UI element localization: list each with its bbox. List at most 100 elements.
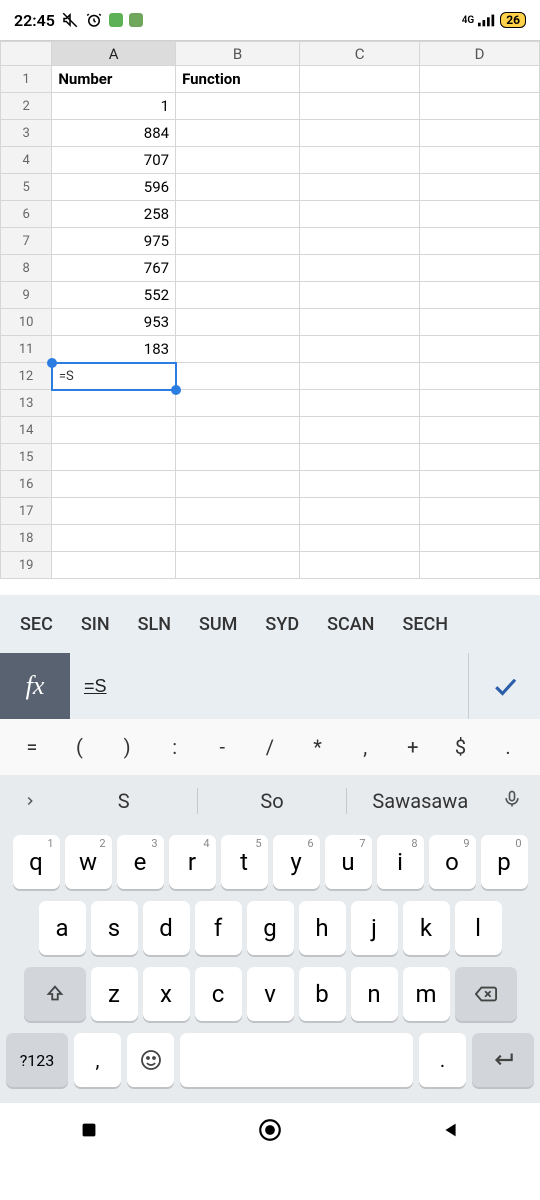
column-header-C[interactable]: C [300, 42, 420, 66]
back-button[interactable] [440, 1119, 462, 1141]
symbol-key[interactable]: = [14, 735, 50, 759]
cell-C16[interactable] [300, 471, 420, 498]
cell-C9[interactable] [300, 282, 420, 309]
cell-A19[interactable] [52, 552, 176, 579]
cell-C1[interactable] [300, 66, 420, 93]
cell-B10[interactable] [176, 309, 300, 336]
column-header-D[interactable]: D [420, 42, 540, 66]
cell-D1[interactable] [420, 66, 540, 93]
cell-B5[interactable] [176, 174, 300, 201]
key-k[interactable]: k [403, 901, 450, 955]
key-y[interactable]: y6 [273, 835, 320, 889]
cell-D6[interactable] [420, 201, 540, 228]
recent-apps-button[interactable] [78, 1119, 100, 1141]
cell-C10[interactable] [300, 309, 420, 336]
cell-A5[interactable]: 596 [52, 174, 176, 201]
cell-C11[interactable] [300, 336, 420, 363]
cell-D18[interactable] [420, 525, 540, 552]
cell-D16[interactable] [420, 471, 540, 498]
row-header-7[interactable]: 7 [1, 228, 52, 255]
row-header-17[interactable]: 17 [1, 498, 52, 525]
cell-A10[interactable]: 953 [52, 309, 176, 336]
key-m[interactable]: m [403, 967, 450, 1021]
cell-C18[interactable] [300, 525, 420, 552]
numeric-mode-key[interactable]: ?123 [6, 1033, 68, 1087]
key-f[interactable]: f [195, 901, 242, 955]
cell-A16[interactable] [52, 471, 176, 498]
cell-A8[interactable]: 767 [52, 255, 176, 282]
column-header-B[interactable]: B [176, 42, 300, 66]
row-header-5[interactable]: 5 [1, 174, 52, 201]
row-header-6[interactable]: 6 [1, 201, 52, 228]
cell-D11[interactable] [420, 336, 540, 363]
fn-suggestion-SECH[interactable]: SECH [402, 614, 448, 635]
cell-B11[interactable] [176, 336, 300, 363]
row-header-4[interactable]: 4 [1, 147, 52, 174]
cell-C6[interactable] [300, 201, 420, 228]
cell-C19[interactable] [300, 552, 420, 579]
cell-B17[interactable] [176, 498, 300, 525]
cell-D5[interactable] [420, 174, 540, 201]
cell-D12[interactable] [420, 363, 540, 390]
row-header-11[interactable]: 11 [1, 336, 52, 363]
prediction-item[interactable]: Sawasawa [347, 789, 494, 813]
row-header-1[interactable]: 1 [1, 66, 52, 93]
cell-A14[interactable] [52, 417, 176, 444]
key-l[interactable]: l [455, 901, 502, 955]
select-all-corner[interactable] [1, 42, 52, 66]
cell-D14[interactable] [420, 417, 540, 444]
spacebar-key[interactable] [180, 1033, 413, 1087]
key-r[interactable]: r4 [169, 835, 216, 889]
cell-A2[interactable]: 1 [52, 93, 176, 120]
cell-D13[interactable] [420, 390, 540, 417]
row-header-8[interactable]: 8 [1, 255, 52, 282]
key-z[interactable]: z [91, 967, 138, 1021]
cell-C14[interactable] [300, 417, 420, 444]
key-h[interactable]: h [299, 901, 346, 955]
cell-A18[interactable] [52, 525, 176, 552]
prediction-item[interactable]: S [50, 789, 197, 813]
cell-B1[interactable]: Function [176, 66, 300, 93]
row-header-13[interactable]: 13 [1, 390, 52, 417]
cell-B14[interactable] [176, 417, 300, 444]
symbol-key[interactable]: ) [109, 735, 145, 759]
key-j[interactable]: j [351, 901, 398, 955]
cell-D15[interactable] [420, 444, 540, 471]
key-a[interactable]: a [39, 901, 86, 955]
backspace-key[interactable] [455, 967, 517, 1021]
key-q[interactable]: q1 [13, 835, 60, 889]
row-header-16[interactable]: 16 [1, 471, 52, 498]
symbol-key[interactable]: + [395, 735, 431, 759]
cell-A1[interactable]: Number [52, 66, 176, 93]
cell-A17[interactable] [52, 498, 176, 525]
cell-B9[interactable] [176, 282, 300, 309]
home-button[interactable] [257, 1117, 283, 1143]
cell-B2[interactable] [176, 93, 300, 120]
key-x[interactable]: x [143, 967, 190, 1021]
key-e[interactable]: e3 [117, 835, 164, 889]
cell-B7[interactable] [176, 228, 300, 255]
key-w[interactable]: w2 [65, 835, 112, 889]
expand-predictions-icon[interactable] [10, 789, 50, 813]
row-header-19[interactable]: 19 [1, 552, 52, 579]
key-g[interactable]: g [247, 901, 294, 955]
row-header-2[interactable]: 2 [1, 93, 52, 120]
key-v[interactable]: v [247, 967, 294, 1021]
active-cell[interactable]: =S [52, 363, 176, 390]
cell-C3[interactable] [300, 120, 420, 147]
symbol-key[interactable]: , [347, 735, 383, 759]
cell-D17[interactable] [420, 498, 540, 525]
key-i[interactable]: i8 [377, 835, 424, 889]
symbol-key[interactable]: / [252, 735, 288, 759]
emoji-key[interactable] [127, 1033, 174, 1087]
cell-C2[interactable] [300, 93, 420, 120]
enter-key[interactable] [472, 1033, 534, 1087]
fn-suggestion-SLN[interactable]: SLN [138, 614, 171, 635]
period-key[interactable]: . [419, 1033, 466, 1087]
cell-D8[interactable] [420, 255, 540, 282]
cell-C15[interactable] [300, 444, 420, 471]
fn-suggestion-SCAN[interactable]: SCAN [327, 614, 374, 635]
row-header-14[interactable]: 14 [1, 417, 52, 444]
symbol-key[interactable]: : [157, 735, 193, 759]
cell-A15[interactable] [52, 444, 176, 471]
